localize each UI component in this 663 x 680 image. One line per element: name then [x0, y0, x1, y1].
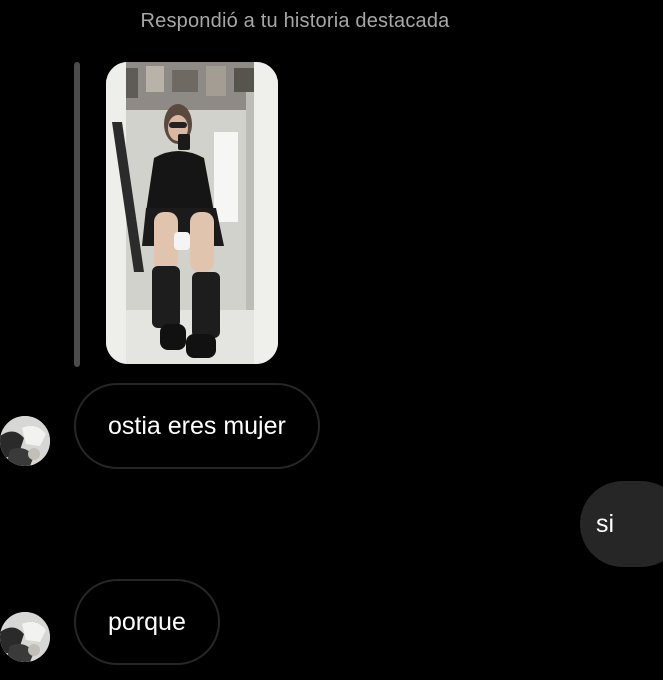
story-thumbnail[interactable]	[106, 62, 278, 364]
message-text: porque	[108, 607, 186, 636]
mirror-selfie-photo-icon	[106, 62, 278, 364]
message-bubble-incoming[interactable]: porque	[74, 579, 220, 665]
sender-avatar[interactable]	[0, 416, 50, 466]
story-reply-context: Respondió a tu historia destacada	[140, 10, 450, 32]
sender-avatar[interactable]	[0, 612, 50, 662]
user-avatar-icon	[0, 416, 50, 466]
message-text: ostia eres mujer	[108, 411, 286, 440]
message-text: si	[595, 509, 615, 538]
message-bubble-incoming[interactable]: ostia eres mujer	[74, 383, 320, 469]
story-reply-bar	[74, 62, 80, 367]
message-bubble-outgoing[interactable]: si	[580, 481, 663, 567]
user-avatar-icon	[0, 612, 50, 662]
